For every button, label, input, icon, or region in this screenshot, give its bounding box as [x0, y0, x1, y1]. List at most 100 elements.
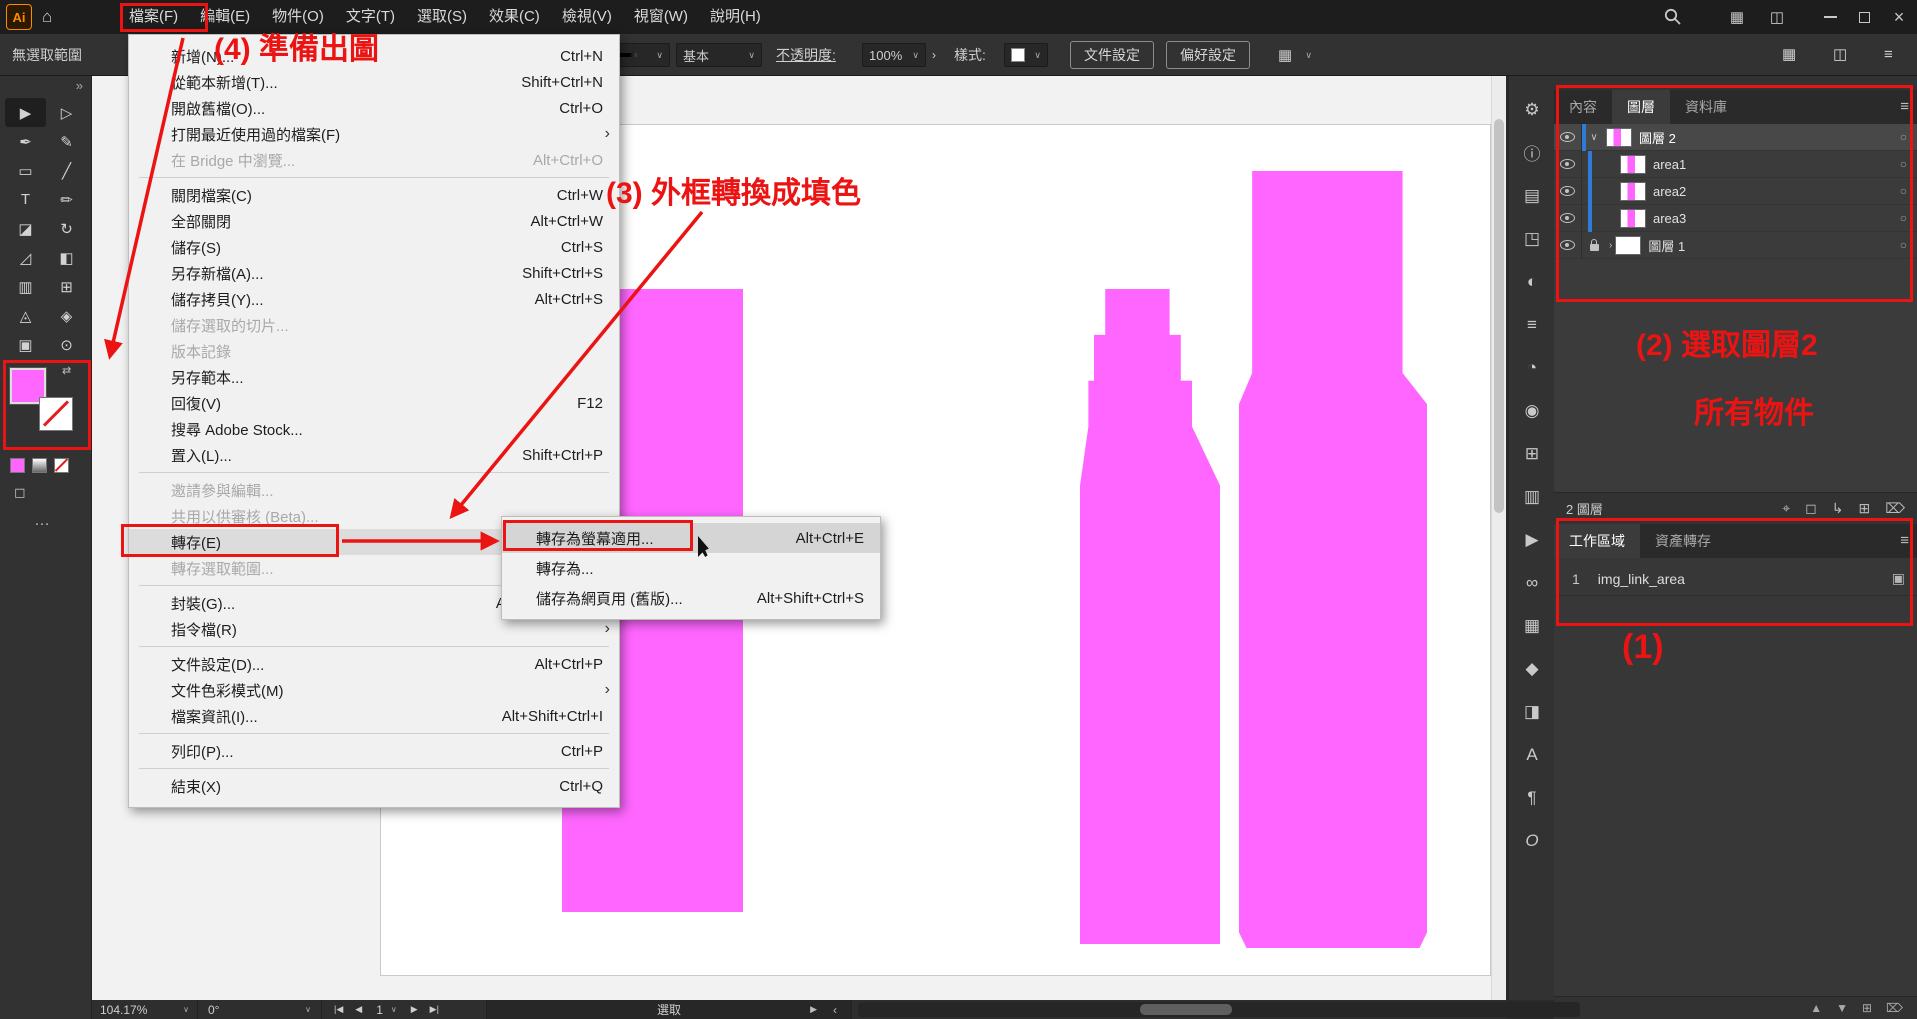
layout-switcher-icon[interactable]: ◫ — [1762, 0, 1792, 34]
menu-item-new-from-template[interactable]: 從範本新增(T)...Shift+Ctrl+N — [129, 69, 619, 95]
menu-select[interactable]: 選取(S) — [406, 0, 478, 34]
selection-tool[interactable]: ▶ — [5, 98, 46, 127]
properties-icon[interactable]: ⚙ — [1509, 88, 1555, 131]
eyedropper-tool[interactable]: ◬ — [5, 301, 46, 330]
transform-icon[interactable]: ⊞ — [1509, 432, 1555, 475]
menu-item-exit[interactable]: 結束(X)Ctrl+Q — [129, 773, 619, 799]
menu-item-open[interactable]: 開啟舊檔(O)...Ctrl+O — [129, 95, 619, 121]
move-down-icon[interactable]: ▼ — [1836, 1001, 1848, 1015]
menu-item-place[interactable]: 置入(L)...Shift+Ctrl+P — [129, 442, 619, 468]
maximize-button[interactable] — [1848, 0, 1880, 34]
menu-item-export-as[interactable]: 轉存為... — [502, 553, 880, 583]
appearance-icon[interactable]: ◐ — [1509, 260, 1555, 303]
new-layer-icon[interactable]: ⊞ — [1858, 500, 1870, 517]
horizontal-scrollbar[interactable] — [858, 1002, 1580, 1017]
menu-item-open-recent[interactable]: 打開最近使用過的檔案(F)› — [129, 121, 619, 147]
vertical-scrollbar[interactable] — [1491, 76, 1506, 1000]
menu-help[interactable]: 說明(H) — [699, 0, 772, 34]
search-icon[interactable] — [1658, 0, 1688, 34]
toolbar-collapse-icon[interactable]: » — [76, 78, 83, 93]
rotation-dropdown[interactable]: 0° ∨ — [198, 1000, 322, 1019]
paragraph-icon[interactable]: ¶ — [1509, 776, 1555, 819]
pen-tool[interactable]: ✒ — [5, 127, 46, 156]
stroke-icon[interactable]: ≡ — [1509, 303, 1555, 346]
menu-item-search-adobe-stock[interactable]: 搜尋 Adobe Stock... — [129, 416, 619, 442]
menu-window[interactable]: 視窗(W) — [623, 0, 699, 34]
menu-item-save-as-template[interactable]: 另存範本... — [129, 364, 619, 390]
menu-item-save[interactable]: 儲存(S)Ctrl+S — [129, 234, 619, 260]
mesh-tool[interactable]: ⊞ — [46, 272, 87, 301]
new-sublayer-icon[interactable]: ↳ — [1832, 500, 1844, 517]
arrange-documents-icon[interactable]: ▦ — [1782, 34, 1796, 76]
character-icon[interactable]: A — [1509, 733, 1555, 776]
actions-icon[interactable]: ▶ — [1509, 518, 1555, 561]
align-options-dropdown[interactable]: ▦ ∨ — [1272, 43, 1318, 67]
blend-tool[interactable]: ◈ — [46, 301, 87, 330]
menu-item-print[interactable]: 列印(P)...Ctrl+P — [129, 738, 619, 764]
links-icon[interactable]: ∞ — [1509, 561, 1555, 604]
style-dropdown[interactable]: ∨ — [1004, 43, 1048, 67]
direct-selection-tool[interactable]: ▷ — [46, 98, 87, 127]
export-icon[interactable]: ◳ — [1509, 217, 1555, 260]
info-icon[interactable]: ⓘ — [1509, 131, 1555, 174]
curvature-tool[interactable]: ✎ — [46, 127, 87, 156]
image-trace-icon[interactable]: ▦ — [1509, 604, 1555, 647]
menu-item-save-copy[interactable]: 儲存拷貝(Y)...Alt+Ctrl+S — [129, 286, 619, 312]
nav-last-icon[interactable]: ▶| — [430, 1004, 439, 1015]
home-icon[interactable]: ⌂ — [42, 0, 52, 34]
eraser-tool[interactable]: ◪ — [5, 214, 46, 243]
nav-next-icon[interactable]: ▶ — [411, 1004, 418, 1015]
shape-bottle-large[interactable] — [1239, 171, 1427, 948]
hand-tool[interactable]: ▣ — [5, 330, 46, 359]
zoom-tool[interactable]: ⊙ — [46, 330, 87, 359]
delete-icon[interactable]: ⌦ — [1886, 1001, 1903, 1015]
minimize-button[interactable] — [1814, 0, 1846, 34]
menu-item-close-all[interactable]: 全部關閉Alt+Ctrl+W — [129, 208, 619, 234]
gradient-tool[interactable]: ▥ — [5, 272, 46, 301]
artboards-icon[interactable]: ▤ — [1509, 174, 1555, 217]
horizontal-scrollbar-thumb[interactable] — [1140, 1004, 1232, 1015]
close-button[interactable]: × — [1883, 0, 1915, 34]
workspace-icon[interactable]: ◫ — [1833, 34, 1847, 76]
menu-item-save-as[interactable]: 另存新檔(A)...Shift+Ctrl+S — [129, 260, 619, 286]
draw-mode-icon[interactable]: ◻ — [14, 484, 26, 501]
type-tool[interactable]: T — [5, 185, 46, 214]
new-item-icon[interactable]: ⊞ — [1862, 1001, 1872, 1015]
document-setup-button[interactable]: 文件設定 — [1070, 41, 1154, 69]
vertical-scrollbar-thumb[interactable] — [1494, 119, 1504, 513]
color-mode-button[interactable] — [10, 458, 25, 473]
scale-tool[interactable]: ◿ — [5, 243, 46, 272]
asset-export-icon[interactable]: ◆ — [1509, 647, 1555, 690]
move-up-icon[interactable]: ▲ — [1810, 1001, 1822, 1015]
make-mask-icon[interactable]: ◻ — [1805, 500, 1817, 517]
control-panel-menu-icon[interactable]: ≡ — [1884, 34, 1893, 76]
menu-item-save-for-web-legacy[interactable]: 儲存為網頁用 (舊版)...Alt+Shift+Ctrl+S — [502, 583, 880, 613]
opacity-link[interactable]: 不透明度: — [776, 34, 836, 76]
status-chevron-icon[interactable]: ‹ — [833, 1003, 837, 1017]
none-mode-button[interactable] — [54, 458, 69, 473]
rotate-tool[interactable]: ↻ — [46, 214, 87, 243]
shape-builder-tool[interactable]: ◧ — [46, 243, 87, 272]
status-play-icon[interactable]: ▶ — [810, 1004, 817, 1015]
rectangle-tool[interactable]: ▭ — [5, 156, 46, 185]
toolbar-ellipsis-icon[interactable]: … — [34, 512, 50, 530]
artboard-number-field[interactable]: 1 — [376, 1003, 383, 1017]
color-icon[interactable]: ◔ — [1509, 346, 1555, 389]
menu-item-revert[interactable]: 回復(V)F12 — [129, 390, 619, 416]
nav-prev-icon[interactable]: ◀ — [355, 1004, 362, 1015]
paintbrush-tool[interactable]: ✏ — [46, 185, 87, 214]
illustrator-logo-icon[interactable]: Ai — [6, 4, 32, 30]
menu-item-document-color-mode[interactable]: 文件色彩模式(M)› — [129, 677, 619, 703]
gradient-icon[interactable]: ◨ — [1509, 690, 1555, 733]
nav-first-icon[interactable]: |◀ — [334, 1004, 343, 1015]
menu-view[interactable]: 檢視(V) — [551, 0, 623, 34]
line-tool[interactable]: ╱ — [46, 156, 87, 185]
locate-object-icon[interactable]: ⌖ — [1782, 500, 1790, 517]
menu-effect[interactable]: 效果(C) — [478, 0, 551, 34]
menu-item-file-info[interactable]: 檔案資訊(I)...Alt+Shift+Ctrl+I — [129, 703, 619, 729]
opentype-icon[interactable]: O — [1509, 819, 1555, 862]
delete-layer-icon[interactable]: ⌦ — [1885, 500, 1905, 517]
opacity-input[interactable]: 100% ∨ — [862, 43, 926, 67]
apps-icon[interactable]: ▦ — [1722, 0, 1752, 34]
align-icon[interactable]: ▥ — [1509, 475, 1555, 518]
